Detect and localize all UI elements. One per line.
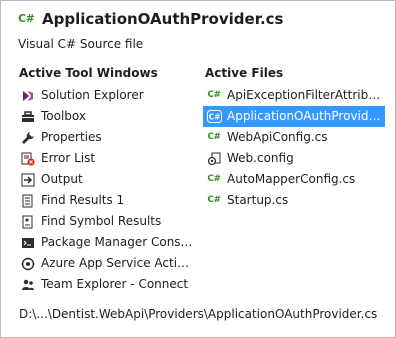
solution-explorer-icon bbox=[20, 88, 36, 103]
toolbox-icon bbox=[20, 109, 36, 124]
tool-window-find-results[interactable]: Find Results 1 bbox=[17, 190, 197, 211]
file-title: ApplicationOAuthProvider.cs bbox=[42, 10, 284, 28]
find-results-icon bbox=[20, 193, 36, 208]
tool-window-properties[interactable]: Properties bbox=[17, 127, 197, 148]
tool-window-azure-activity[interactable]: Azure App Service Activity bbox=[17, 253, 197, 274]
tool-window-solution-explorer[interactable]: Solution Explorer bbox=[17, 85, 197, 106]
csharp-file-icon: C# bbox=[207, 132, 221, 142]
csharp-file-icon: C# bbox=[207, 174, 221, 184]
error-list-icon bbox=[20, 151, 36, 166]
tool-windows-heading: Active Tool Windows bbox=[19, 66, 158, 80]
active-file-item[interactable]: C# Startup.cs bbox=[203, 190, 385, 211]
file-header: C# ApplicationOAuthProvider.cs Visual C#… bbox=[1, 1, 395, 61]
output-icon bbox=[20, 172, 36, 187]
tool-window-error-list[interactable]: Error List bbox=[17, 148, 197, 169]
active-files-heading: Active Files bbox=[205, 66, 284, 80]
tool-window-output[interactable]: Output bbox=[17, 169, 197, 190]
wrench-icon bbox=[20, 130, 36, 145]
file-type-label: Visual C# Source file bbox=[18, 37, 144, 51]
active-file-item-selected[interactable]: C# ApplicationOAuthProvider.cs bbox=[203, 106, 385, 127]
tool-window-find-symbol-results[interactable]: Find Symbol Results bbox=[17, 211, 197, 232]
csharp-file-icon: C# bbox=[207, 90, 221, 100]
tool-window-team-explorer[interactable]: Team Explorer - Connect bbox=[17, 274, 197, 295]
csharp-file-icon: C# bbox=[206, 109, 222, 124]
tool-window-toolbox[interactable]: Toolbox bbox=[17, 106, 197, 127]
csharp-file-icon: C# bbox=[207, 195, 221, 205]
svg-text:C#: C# bbox=[208, 113, 220, 122]
active-file-item[interactable]: C# ApiExceptionFilterAttribute.cs bbox=[203, 85, 385, 106]
azure-icon bbox=[20, 256, 36, 271]
ide-navigator-popup: C# ApplicationOAuthProvider.cs Visual C#… bbox=[0, 0, 396, 338]
tool-window-package-manager-console[interactable]: Package Manager Console bbox=[17, 232, 197, 253]
active-file-item[interactable]: C# AutoMapperConfig.cs bbox=[203, 169, 385, 190]
active-file-item[interactable]: Web.config bbox=[203, 148, 385, 169]
console-icon bbox=[20, 235, 36, 250]
team-explorer-icon bbox=[20, 277, 36, 292]
active-file-item[interactable]: C# WebApiConfig.cs bbox=[203, 127, 385, 148]
find-symbol-icon bbox=[20, 214, 36, 229]
csharp-file-icon: C# bbox=[18, 12, 35, 25]
file-path: D:\...\Dentist.WebApi\Providers\Applicat… bbox=[19, 307, 378, 321]
config-file-icon bbox=[206, 151, 222, 166]
